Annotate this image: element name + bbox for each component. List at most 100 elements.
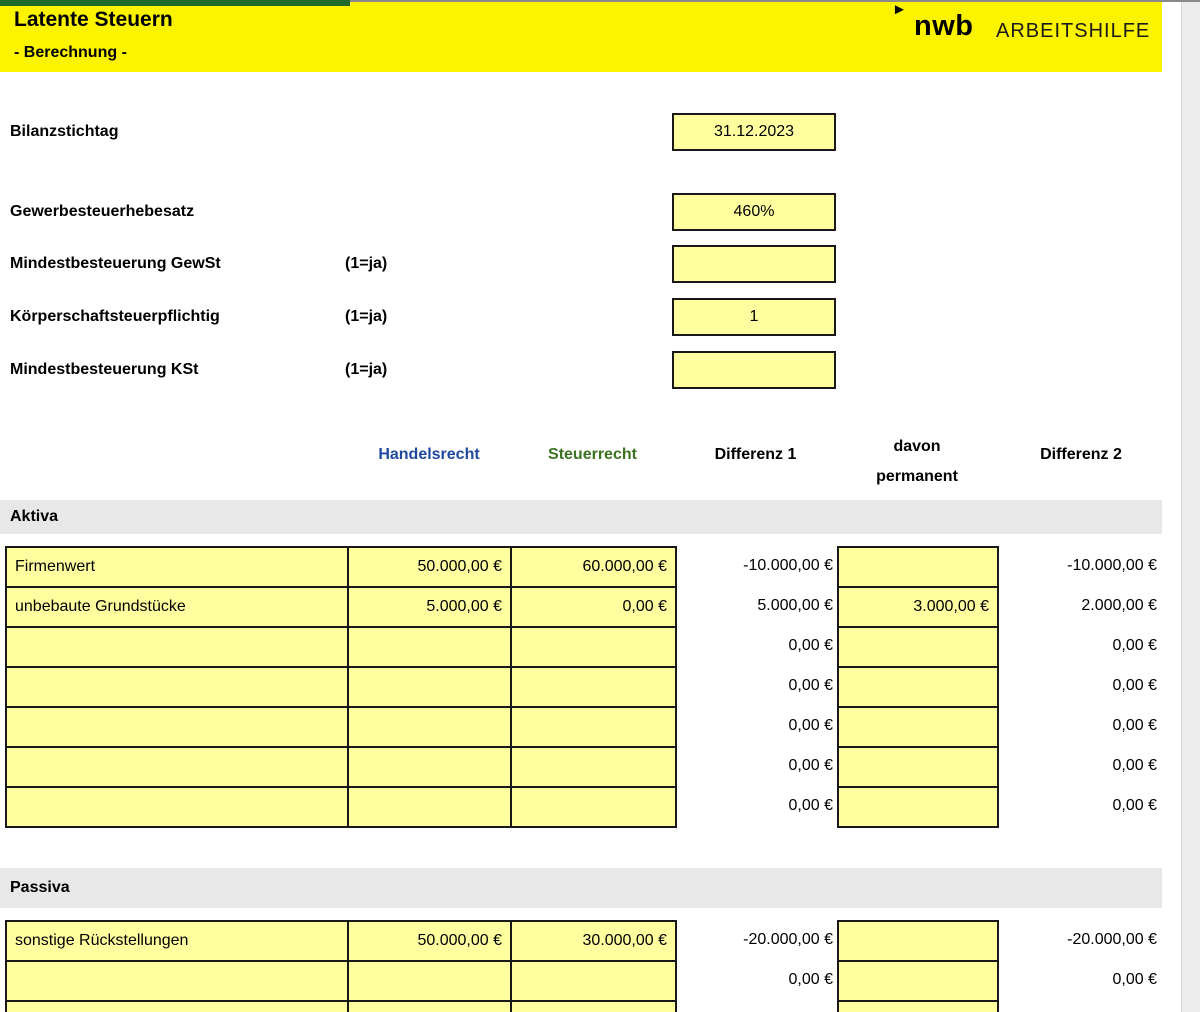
input-bilanzstichtag[interactable]: 31.12.2023: [672, 113, 836, 151]
aktiva-name-cell[interactable]: unbebaute Grundstücke: [6, 587, 348, 627]
passiva-steuerrecht-cell[interactable]: [511, 961, 676, 1001]
passiva-handelsrecht-cell[interactable]: [348, 961, 511, 1001]
aktiva-differenz1-value: 0,00 €: [683, 746, 833, 786]
column-header-differenz1: Differenz 1: [675, 446, 836, 464]
passiva-davon-permanent-cell[interactable]: [838, 961, 998, 1001]
aktiva-handelsrecht-cell[interactable]: [348, 787, 511, 827]
section-title-passiva: Passiva: [10, 868, 70, 908]
aktiva-davon-permanent-cell[interactable]: [838, 627, 998, 667]
label-gewerbesteuerhebesatz: Gewerbesteuerhebesatz: [10, 193, 194, 231]
table-row: [838, 1001, 998, 1012]
aktiva-handelsrecht-cell[interactable]: [348, 707, 511, 747]
aktiva-davon-permanent-column: 3.000,00 €: [837, 546, 999, 828]
aktiva-handelsrecht-cell[interactable]: [348, 627, 511, 667]
passiva-davon-permanent-column: [837, 920, 999, 1012]
aktiva-differenz1-value: -10.000,00 €: [683, 546, 833, 586]
aktiva-handelsrecht-cell[interactable]: 50.000,00 €: [348, 547, 511, 587]
aktiva-davon-permanent-cell[interactable]: [838, 547, 998, 587]
aktiva-handelsrecht-cell[interactable]: [348, 667, 511, 707]
nwb-brand-text: nwb: [914, 10, 974, 43]
aktiva-davon-permanent-cell[interactable]: [838, 707, 998, 747]
table-row: 3.000,00 €: [838, 587, 998, 627]
label-mindestbesteuerung-kst: Mindestbesteuerung KSt: [10, 351, 198, 389]
aktiva-steuerrecht-cell[interactable]: 0,00 €: [511, 587, 676, 627]
aktiva-name-cell[interactable]: [6, 787, 348, 827]
table-row: [838, 707, 998, 747]
input-gewerbesteuerhebesatz[interactable]: 460%: [672, 193, 836, 231]
aktiva-differenz2-value: 0,00 €: [1007, 786, 1157, 826]
table-row: [838, 961, 998, 1001]
aktiva-name-cell[interactable]: Firmenwert: [6, 547, 348, 587]
input-mindestbesteuerung-gewst[interactable]: [672, 245, 836, 283]
passiva-handelsrecht-cell[interactable]: [348, 1001, 511, 1012]
table-row: [6, 667, 676, 707]
aktiva-davon-permanent-cell[interactable]: 3.000,00 €: [838, 587, 998, 627]
page-title: Latente Steuern: [14, 8, 173, 32]
aktiva-steuerrecht-cell[interactable]: [511, 707, 676, 747]
aktiva-differenz2-value: 0,00 €: [1007, 626, 1157, 666]
passiva-name-cell[interactable]: [6, 1001, 348, 1012]
aktiva-differenz2-value: 0,00 €: [1007, 666, 1157, 706]
table-row: [6, 1001, 676, 1012]
table-row: [838, 627, 998, 667]
aktiva-differenz1-value: 0,00 €: [683, 666, 833, 706]
aktiva-davon-permanent-cell[interactable]: [838, 667, 998, 707]
table-row: [6, 627, 676, 667]
passiva-name-cell[interactable]: [6, 961, 348, 1001]
aktiva-differenz2-value: -10.000,00 €: [1007, 546, 1157, 586]
passiva-davon-permanent-cell[interactable]: [838, 921, 998, 961]
aktiva-handelsrecht-cell[interactable]: [348, 747, 511, 787]
label-koerperschaftsteuerpflichtig: Körperschaftsteuerpflichtig: [10, 298, 220, 336]
table-row: sonstige Rückstellungen 50.000,00 € 30.0…: [6, 921, 676, 961]
table-row: [838, 747, 998, 787]
aktiva-steuerrecht-cell[interactable]: [511, 667, 676, 707]
table-row: [6, 787, 676, 827]
table-row: Firmenwert 50.000,00 € 60.000,00 €: [6, 547, 676, 587]
arbeitshilfe-text: ARBEITSHILFE: [996, 20, 1150, 43]
aktiva-davon-permanent-cell[interactable]: [838, 747, 998, 787]
passiva-differenz2-value: -20.000,00 €: [1007, 920, 1157, 960]
aktiva-name-cell[interactable]: [6, 627, 348, 667]
aktiva-steuerrecht-cell[interactable]: [511, 787, 676, 827]
section-band-passiva: Passiva: [0, 868, 1162, 908]
triangle-pointer-icon: ►: [892, 2, 907, 17]
passiva-name-cell[interactable]: sonstige Rückstellungen: [6, 921, 348, 961]
hint-mindestbesteuerung-kst: (1=ja): [345, 351, 387, 389]
section-band-aktiva: Aktiva: [0, 500, 1162, 534]
passiva-table: sonstige Rückstellungen 50.000,00 € 30.0…: [5, 920, 677, 1012]
column-header-steuerrecht: Steuerrecht: [510, 446, 675, 464]
aktiva-handelsrecht-cell[interactable]: 5.000,00 €: [348, 587, 511, 627]
latente-steuern-worksheet: Latente Steuern - Berechnung - ► nwb ARB…: [0, 0, 1200, 1012]
table-row: [838, 787, 998, 827]
aktiva-name-cell[interactable]: [6, 667, 348, 707]
passiva-differenz2-value: 0,00 €: [1007, 960, 1157, 1000]
aktiva-steuerrecht-cell[interactable]: 60.000,00 €: [511, 547, 676, 587]
aktiva-davon-permanent-cell[interactable]: [838, 787, 998, 827]
passiva-steuerrecht-cell[interactable]: [511, 1001, 676, 1012]
aktiva-name-cell[interactable]: [6, 707, 348, 747]
table-row: [6, 747, 676, 787]
column-header-davon-permanent: davon permanent: [857, 432, 977, 492]
passiva-handelsrecht-cell[interactable]: 50.000,00 €: [348, 921, 511, 961]
aktiva-differenz1-value: 0,00 €: [683, 626, 833, 666]
table-row: [838, 547, 998, 587]
section-title-aktiva: Aktiva: [10, 500, 58, 534]
input-koerperschaftsteuerpflichtig[interactable]: 1: [672, 298, 836, 336]
passiva-davon-permanent-cell[interactable]: [838, 1001, 998, 1012]
column-header-handelsrecht: Handelsrecht: [348, 446, 510, 464]
page-subtitle: - Berechnung -: [14, 44, 127, 62]
aktiva-differenz1-value: 0,00 €: [683, 706, 833, 746]
passiva-differenz1-value: 0,00 €: [683, 960, 833, 1000]
aktiva-differenz2-value: 2.000,00 €: [1007, 586, 1157, 626]
table-row: [838, 921, 998, 961]
aktiva-steuerrecht-cell[interactable]: [511, 747, 676, 787]
passiva-steuerrecht-cell[interactable]: 30.000,00 €: [511, 921, 676, 961]
aktiva-steuerrecht-cell[interactable]: [511, 627, 676, 667]
aktiva-name-cell[interactable]: [6, 747, 348, 787]
right-scrollbar-track[interactable]: [1181, 0, 1200, 1012]
top-green-strip: [0, 0, 350, 6]
hint-mindestbesteuerung-gewst: (1=ja): [345, 245, 387, 283]
aktiva-differenz1-value: 0,00 €: [683, 786, 833, 826]
input-mindestbesteuerung-kst[interactable]: [672, 351, 836, 389]
aktiva-differenz1-value: 5.000,00 €: [683, 586, 833, 626]
